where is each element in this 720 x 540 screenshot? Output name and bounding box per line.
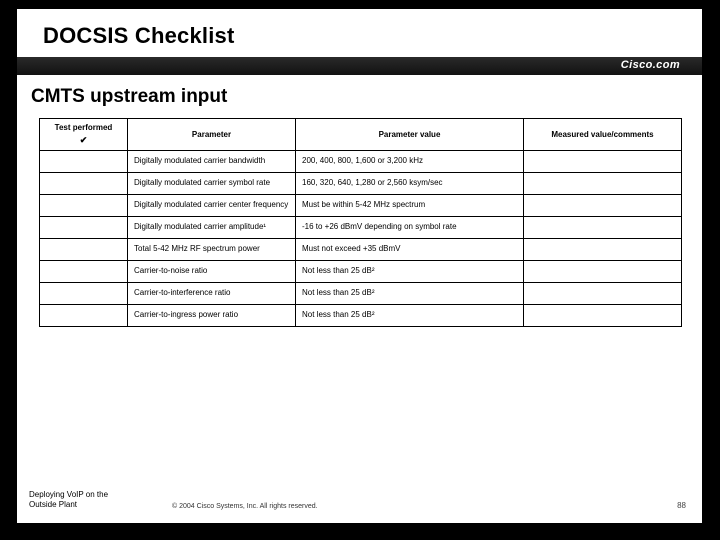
- cell-value: Must be within 5-42 MHz spectrum: [296, 195, 524, 217]
- cell-check: [40, 261, 128, 283]
- footer-left: Deploying VoIP on the Outside Plant: [29, 490, 108, 510]
- cell-check: [40, 151, 128, 173]
- cell-check: [40, 239, 128, 261]
- cell-param: Total 5-42 MHz RF spectrum power: [128, 239, 296, 261]
- cell-measured: [524, 173, 682, 195]
- header-parameter-value: Parameter value: [296, 119, 524, 151]
- brand-label: Cisco.com: [621, 59, 680, 71]
- cell-measured: [524, 217, 682, 239]
- header-test-performed-label: Test performed: [55, 123, 113, 132]
- table-row: Digitally modulated carrier center frequ…: [40, 195, 682, 217]
- cell-measured: [524, 151, 682, 173]
- cell-param: Digitally modulated carrier bandwidth: [128, 151, 296, 173]
- brand-bar: Cisco.com: [17, 57, 702, 75]
- cell-measured: [524, 283, 682, 305]
- cell-check: [40, 173, 128, 195]
- cell-check: [40, 217, 128, 239]
- table-row: Carrier-to-noise ratio Not less than 25 …: [40, 261, 682, 283]
- table-row: Digitally modulated carrier amplitude¹ -…: [40, 217, 682, 239]
- cell-measured: [524, 261, 682, 283]
- cell-measured: [524, 305, 682, 327]
- cell-param: Digitally modulated carrier symbol rate: [128, 173, 296, 195]
- header-parameter: Parameter: [128, 119, 296, 151]
- cell-value: Must not exceed +35 dBmV: [296, 239, 524, 261]
- table-row: Total 5-42 MHz RF spectrum power Must no…: [40, 239, 682, 261]
- cell-measured: [524, 239, 682, 261]
- footer-copyright: © 2004 Cisco Systems, Inc. All rights re…: [172, 503, 318, 510]
- cell-value: Not less than 25 dB²: [296, 305, 524, 327]
- header-test-performed: Test performed ✔: [40, 119, 128, 151]
- table-row: Carrier-to-interference ratio Not less t…: [40, 283, 682, 305]
- footer-page-number: 88: [677, 501, 686, 510]
- header-measured: Measured value/comments: [524, 119, 682, 151]
- cell-value: Not less than 25 dB²: [296, 261, 524, 283]
- check-icon: ✔: [46, 135, 121, 146]
- section-subtitle: CMTS upstream input: [31, 86, 227, 108]
- cell-check: [40, 195, 128, 217]
- cell-check: [40, 305, 128, 327]
- table-row: Digitally modulated carrier symbol rate …: [40, 173, 682, 195]
- table-row: Digitally modulated carrier bandwidth 20…: [40, 151, 682, 173]
- table-row: Carrier-to-ingress power ratio Not less …: [40, 305, 682, 327]
- cell-measured: [524, 195, 682, 217]
- slide-container: DOCSIS Checklist Cisco.com CMTS upstream…: [17, 9, 702, 523]
- cell-check: [40, 283, 128, 305]
- cell-value: -16 to +26 dBmV depending on symbol rate: [296, 217, 524, 239]
- cell-param: Carrier-to-ingress power ratio: [128, 305, 296, 327]
- cell-param: Digitally modulated carrier center frequ…: [128, 195, 296, 217]
- cell-param: Carrier-to-noise ratio: [128, 261, 296, 283]
- cell-value: 200, 400, 800, 1,600 or 3,200 kHz: [296, 151, 524, 173]
- cell-value: 160, 320, 640, 1,280 or 2,560 ksym/sec: [296, 173, 524, 195]
- footer-line1: Deploying VoIP on the: [29, 490, 108, 499]
- cell-param: Carrier-to-interference ratio: [128, 283, 296, 305]
- cell-value: Not less than 25 dB²: [296, 283, 524, 305]
- page-title: DOCSIS Checklist: [43, 23, 234, 49]
- table-header-row: Test performed ✔ Parameter Parameter val…: [40, 119, 682, 151]
- footer-line2: Outside Plant: [29, 500, 77, 509]
- cell-param: Digitally modulated carrier amplitude¹: [128, 217, 296, 239]
- checklist-table: Test performed ✔ Parameter Parameter val…: [39, 118, 682, 327]
